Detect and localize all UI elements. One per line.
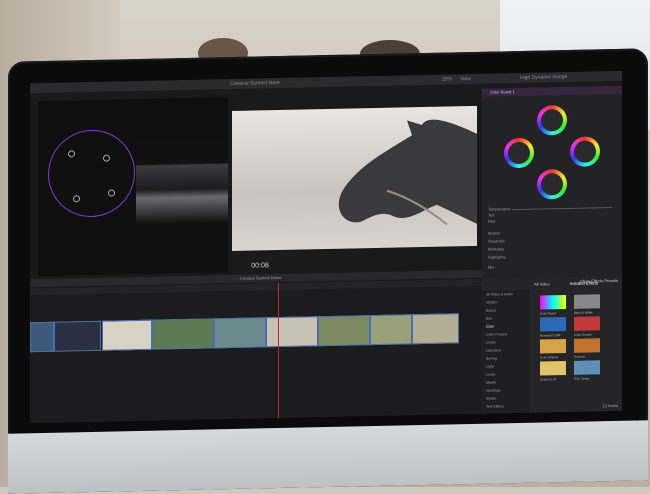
- timeline-clip[interactable]: [266, 316, 318, 348]
- tab-all-video[interactable]: All Video: [534, 281, 550, 286]
- effect-thumb[interactable]: [540, 295, 566, 310]
- color-wheel-master[interactable]: [537, 104, 567, 136]
- tab-installed-effects[interactable]: Installed Effects: [570, 280, 598, 286]
- view-menu[interactable]: View: [460, 74, 471, 84]
- timeline-clip[interactable]: [318, 315, 370, 347]
- final-cut-pro-screen: Creative Summit Mare 25% View High Dynam…: [30, 70, 622, 424]
- param-hue: Hue: [488, 218, 496, 224]
- effect-thumb[interactable]: [574, 360, 600, 375]
- effect-thumb[interactable]: [574, 338, 600, 353]
- playhead[interactable]: [278, 283, 279, 419]
- color-wheel-shadows[interactable]: [504, 137, 534, 169]
- effect-label: Color Board: [540, 311, 557, 316]
- effects-count: 12 Items: [602, 402, 618, 409]
- timeline-clip[interactable]: [412, 313, 459, 345]
- effect-thumb[interactable]: [540, 317, 566, 332]
- timeline-clip[interactable]: [370, 314, 412, 346]
- category-item[interactable]: Masks: [486, 380, 496, 384]
- timeline-clip[interactable]: [214, 317, 266, 349]
- category-item[interactable]: Basics: [486, 308, 496, 312]
- category-item[interactable]: Nostalgia: [486, 388, 501, 392]
- category-item[interactable]: Keying: [486, 356, 497, 360]
- timeline-clip[interactable]: [102, 319, 152, 351]
- hdr-label: High Dynamic Range: [520, 73, 568, 81]
- waveform: [136, 137, 228, 225]
- section-master[interactable]: Master: [488, 230, 500, 235]
- effect-label: Color Curves: [574, 332, 592, 337]
- effect-label: Colorize: [574, 354, 586, 359]
- color-wheel-midtones[interactable]: [537, 168, 567, 200]
- timeline-clip[interactable]: [54, 320, 101, 352]
- timeline[interactable]: [30, 278, 482, 424]
- effect-thumb[interactable]: [540, 339, 566, 354]
- param-tint: Tint: [488, 212, 495, 218]
- category-item[interactable]: Looks: [486, 372, 495, 376]
- effect-thumb[interactable]: [574, 316, 600, 331]
- effect-label: Custom LUT: [540, 377, 557, 382]
- effects-category-list: All Video & Audio VIDEO Basics Blur Colo…: [482, 289, 530, 414]
- category-item[interactable]: Distortion: [486, 348, 501, 352]
- category-item[interactable]: Comic: [486, 340, 496, 344]
- timeline-name: Creative Summit Demo: [240, 274, 282, 281]
- inspector-panel: Color Board 1 Temperature Tint Hue Maste…: [482, 85, 622, 279]
- category-item[interactable]: Light: [486, 365, 494, 369]
- project-title: Creative Summit Mare: [230, 80, 280, 88]
- effect-name[interactable]: Color Board 1: [490, 88, 515, 97]
- section-shadows[interactable]: Shadows: [488, 238, 504, 243]
- param-temperature: Temperature: [488, 206, 511, 212]
- param-mix: Mix: [488, 264, 495, 270]
- effect-thumb[interactable]: [540, 361, 566, 376]
- video-scope: [38, 97, 228, 277]
- category-item[interactable]: Stylize: [486, 396, 496, 400]
- timeline-clip[interactable]: [152, 318, 214, 350]
- category-item[interactable]: Blur: [486, 317, 492, 321]
- zoom-level[interactable]: 25%: [442, 74, 452, 84]
- vectorscope: [48, 129, 135, 218]
- effect-label: Broadcast Safe: [540, 333, 561, 338]
- horse-image: [338, 119, 477, 226]
- effect-thumb[interactable]: [574, 294, 600, 309]
- imac-monitor: Creative Summit Mare 25% View High Dynam…: [8, 48, 648, 494]
- apple-logo-icon: [246, 460, 268, 486]
- category-item[interactable]: VIDEO: [486, 300, 497, 304]
- effect-label: HSV Tones: [574, 376, 589, 381]
- timecode-display: 00:08: [251, 262, 269, 270]
- color-wheel-highlights[interactable]: [570, 136, 600, 167]
- temperature-slider[interactable]: [512, 207, 612, 211]
- effect-label: Black & White: [574, 310, 593, 315]
- section-highlights[interactable]: Highlights: [488, 254, 506, 259]
- timeline-clip[interactable]: [30, 321, 54, 353]
- section-midtones[interactable]: Midtones: [488, 246, 504, 251]
- effect-label: Color Wheels: [540, 355, 559, 360]
- viewer: [232, 105, 477, 252]
- category-item[interactable]: Text Effects: [486, 404, 504, 408]
- category-item[interactable]: Color: [486, 325, 494, 329]
- category-item[interactable]: All Video & Audio: [486, 292, 513, 297]
- effects-browser: Show Effects Presets All Video Installed…: [482, 275, 622, 414]
- category-item[interactable]: Color Presets: [486, 332, 507, 336]
- inspector-header: Color Board 1: [482, 85, 622, 97]
